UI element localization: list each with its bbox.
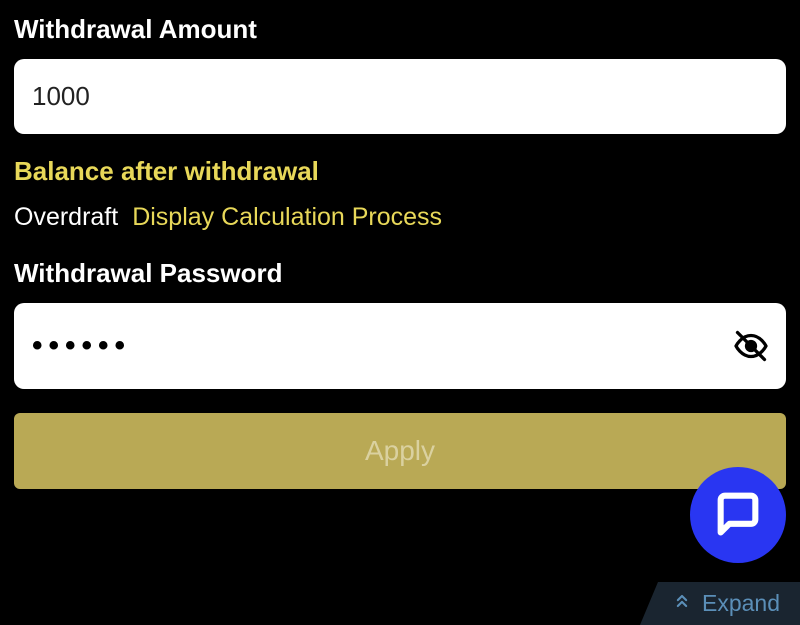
apply-button[interactable]: Apply [14, 413, 786, 489]
overdraft-text: Overdraft [14, 203, 118, 232]
chevron-up-double-icon [672, 590, 692, 617]
chat-button[interactable] [690, 467, 786, 563]
balance-after-withdrawal-label: Balance after withdrawal [14, 156, 786, 187]
eye-off-icon[interactable] [732, 327, 770, 365]
withdrawal-password-input[interactable]: •••••• [14, 303, 786, 389]
password-container: •••••• [14, 303, 786, 389]
expand-label: Expand [702, 590, 780, 617]
withdrawal-amount-input[interactable] [14, 59, 786, 134]
display-calculation-link[interactable]: Display Calculation Process [132, 203, 442, 232]
withdrawal-password-label: Withdrawal Password [14, 258, 786, 289]
expand-tab[interactable]: Expand [640, 582, 800, 625]
overdraft-row: Overdraft Display Calculation Process [14, 203, 786, 232]
withdrawal-amount-label: Withdrawal Amount [14, 14, 786, 45]
chat-icon [712, 487, 764, 544]
